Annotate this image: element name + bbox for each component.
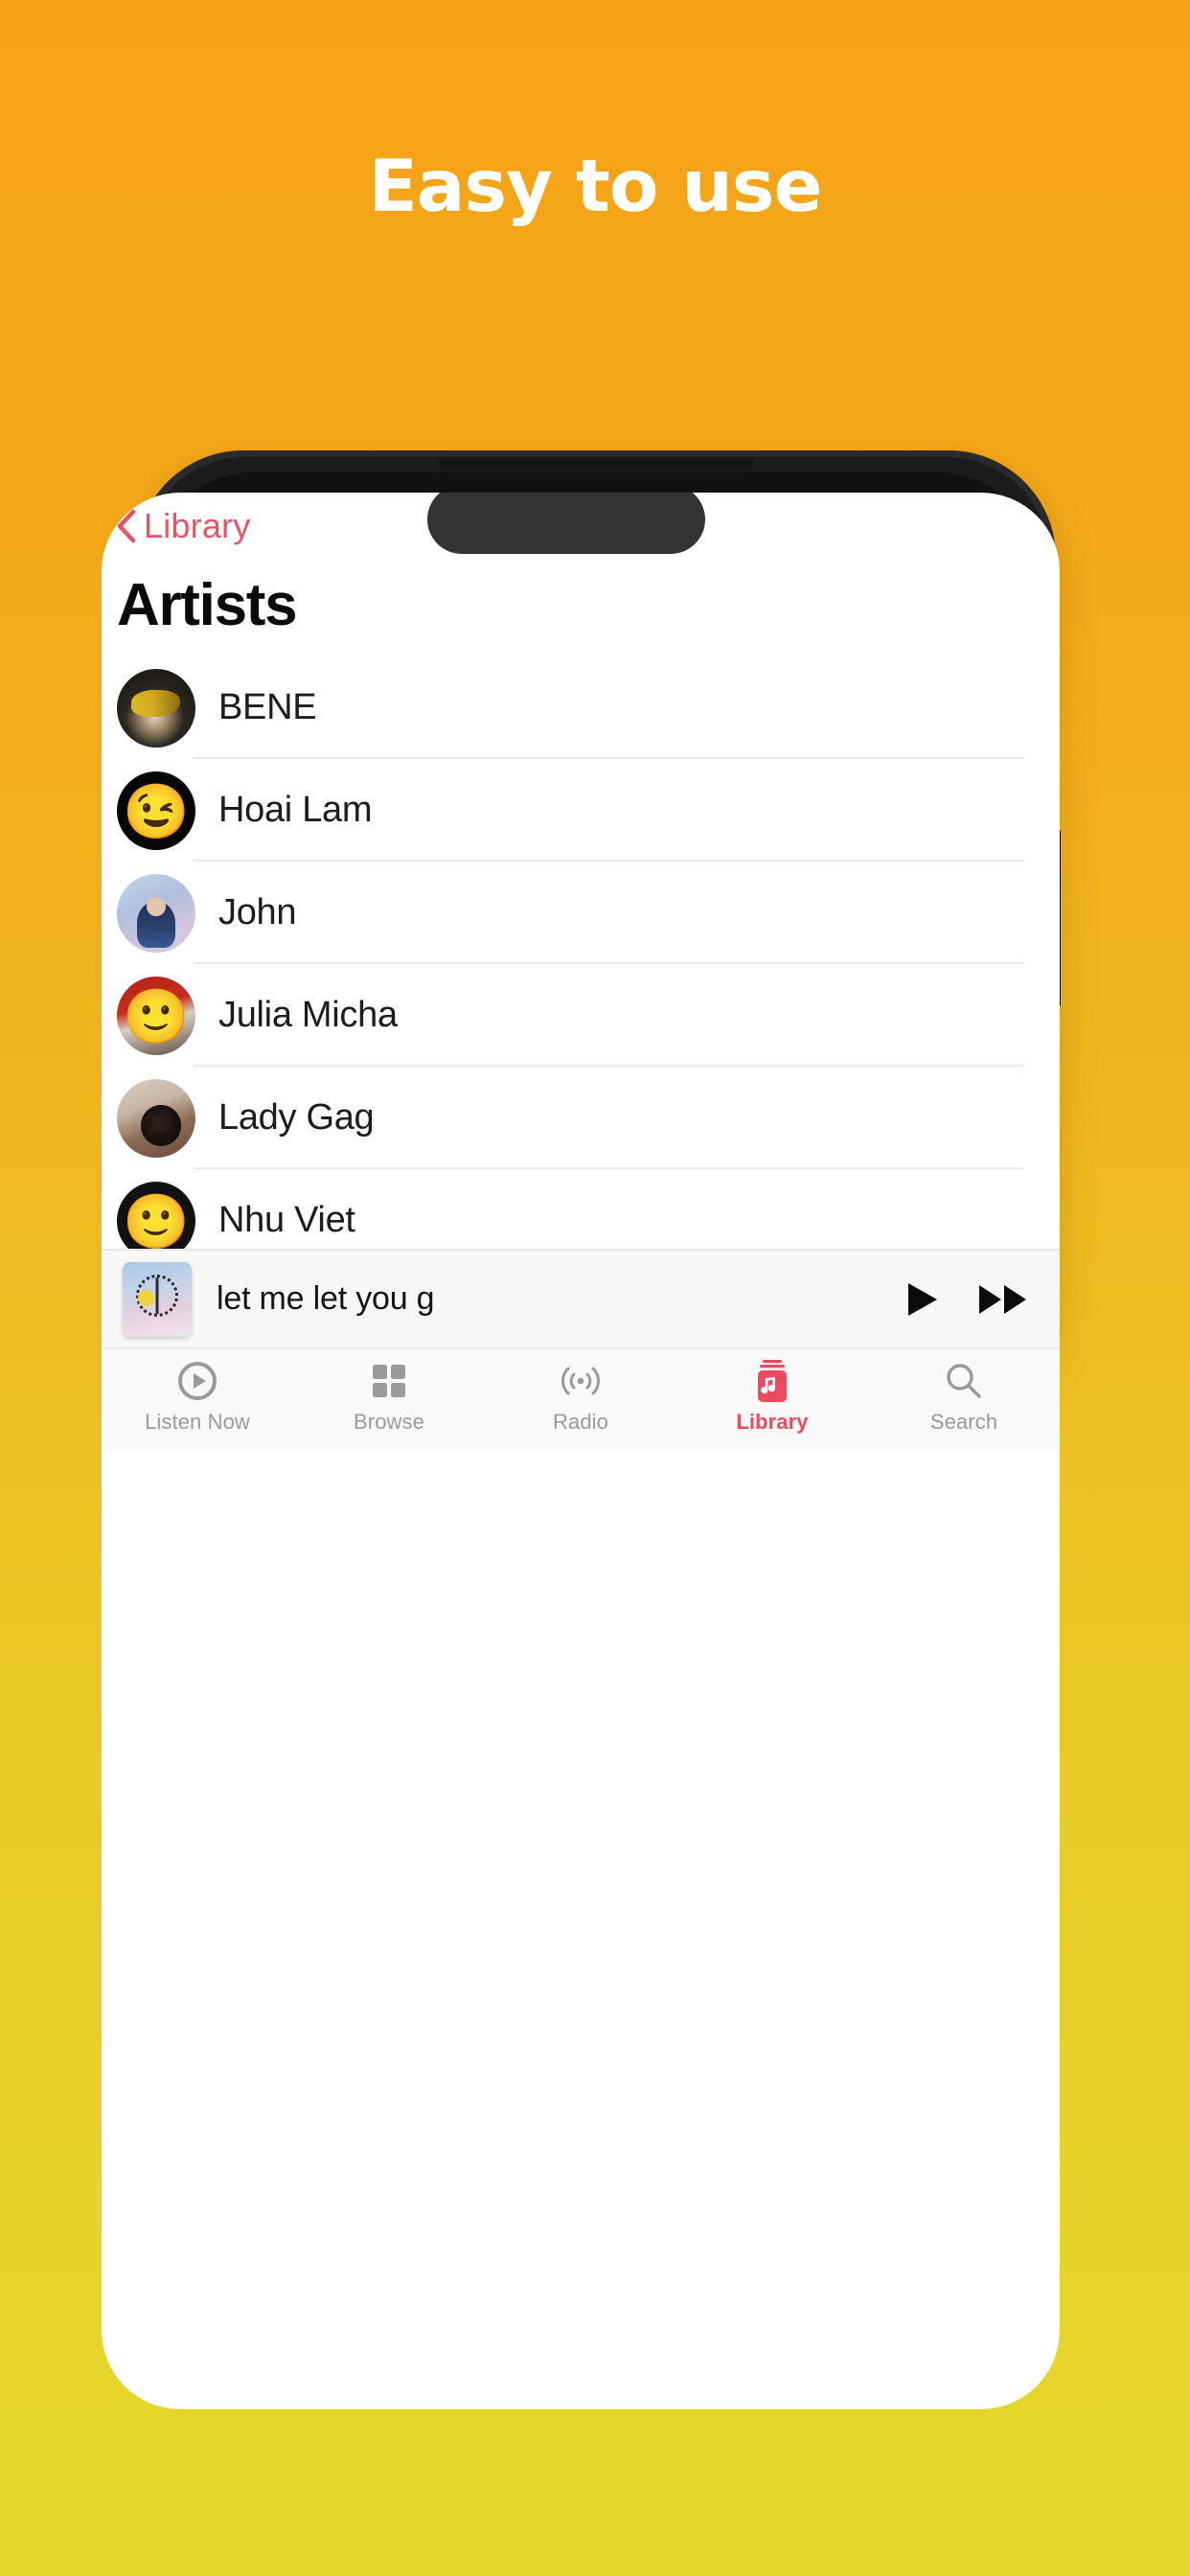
- avatar: 😉: [117, 770, 195, 850]
- phone-mockup: Library Artists BENE 😉 Hoai Lam John 🙂 J…: [102, 450, 1061, 2409]
- list-item[interactable]: BENE: [102, 656, 1060, 759]
- tab-label: Browse: [354, 1410, 424, 1434]
- artist-name: Lady Gag: [218, 1097, 375, 1138]
- list-item[interactable]: 😉 Hoai Lam: [102, 759, 1060, 862]
- track-title: let me let you g: [217, 1280, 435, 1317]
- list-item[interactable]: John: [102, 862, 1060, 964]
- page-title: Easy to use: [368, 144, 823, 228]
- back-button-label: Library: [144, 506, 251, 545]
- tab-search[interactable]: Search: [868, 1359, 1060, 1435]
- artist-name: Hoai Lam: [218, 790, 373, 830]
- avatar: [117, 668, 195, 748]
- artist-name: Nhu Viet: [218, 1200, 355, 1240]
- artist-name: Julia Micha: [218, 995, 398, 1035]
- fast-forward-icon: [979, 1284, 1026, 1314]
- smiley-icon: 😉: [123, 781, 190, 842]
- library-icon: [753, 1359, 791, 1403]
- list-item[interactable]: Lady Gag: [102, 1067, 1060, 1169]
- tab-label: Search: [929, 1410, 998, 1434]
- artists-title: Artists: [117, 572, 298, 638]
- tab-label: Radio: [553, 1410, 608, 1434]
- tab-listen-now[interactable]: Listen Now: [102, 1359, 293, 1435]
- list-item[interactable]: 🙂 Julia Micha: [102, 964, 1060, 1067]
- search-icon: [944, 1359, 984, 1403]
- tab-library[interactable]: Library: [676, 1359, 868, 1435]
- play-button[interactable]: [899, 1277, 943, 1322]
- tab-label: Listen Now: [145, 1410, 250, 1434]
- avatar: 🙂: [117, 976, 195, 1055]
- album-artwork: [123, 1261, 192, 1337]
- back-button[interactable]: Library: [117, 506, 250, 546]
- tab-browse[interactable]: Browse: [293, 1359, 485, 1435]
- avatar: [117, 873, 195, 953]
- avatar: [117, 1078, 195, 1158]
- play-icon: [908, 1282, 937, 1316]
- play-circle-icon: [176, 1359, 218, 1403]
- phone-screen: Library Artists BENE 😉 Hoai Lam John 🙂 J…: [102, 493, 1060, 2409]
- tab-label: Library: [736, 1410, 809, 1434]
- smiley-icon: 🙂: [123, 986, 190, 1047]
- dynamic-island: [427, 493, 705, 554]
- smiley-icon: 🙂: [123, 1191, 190, 1253]
- smiley-badge-icon: [137, 1290, 154, 1307]
- artist-name: John: [218, 892, 297, 932]
- grid-icon: [370, 1359, 408, 1403]
- music-app: Library Artists BENE 😉 Hoai Lam John 🙂 J…: [102, 493, 1060, 1451]
- fast-forward-button[interactable]: [975, 1277, 1033, 1322]
- broadcast-icon: [558, 1359, 604, 1403]
- artist-name: BENE: [218, 687, 317, 727]
- mini-player[interactable]: let me let you g: [102, 1249, 1060, 1347]
- speaker-notch: [438, 457, 754, 470]
- chevron-left-icon: [117, 510, 136, 542]
- navigation-bar: Library: [102, 493, 1060, 564]
- tab-radio[interactable]: Radio: [485, 1359, 676, 1435]
- tab-bar: Listen Now Browse Radio Library Search: [102, 1347, 1060, 1451]
